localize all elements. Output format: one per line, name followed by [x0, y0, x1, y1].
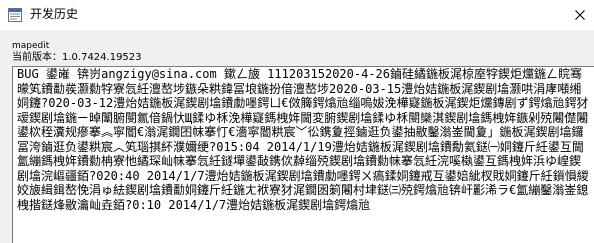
title-bar: 开发历史	[0, 0, 594, 30]
history-text: BUG 鍙嶉 锛岃angzigy@sina.com 鏉ㄥ旇 1112031520…	[17, 67, 589, 212]
close-icon	[574, 6, 586, 25]
app-icon	[7, 7, 23, 23]
app-name-label: mapedit	[12, 41, 50, 51]
dev-history-window: 开发历史 mapedit 当前版本：1.0.7424.19523 BUG 鍙嶉 …	[0, 0, 594, 243]
version-label: 当前版本：1.0.7424.19523	[12, 52, 142, 63]
close-button[interactable]	[566, 0, 594, 30]
window-title: 开发历史	[30, 7, 79, 21]
history-textbox[interactable]: BUG 鍙嶉 锛岃angzigy@sina.com 鏉ㄥ旇 1112031520…	[12, 66, 594, 243]
